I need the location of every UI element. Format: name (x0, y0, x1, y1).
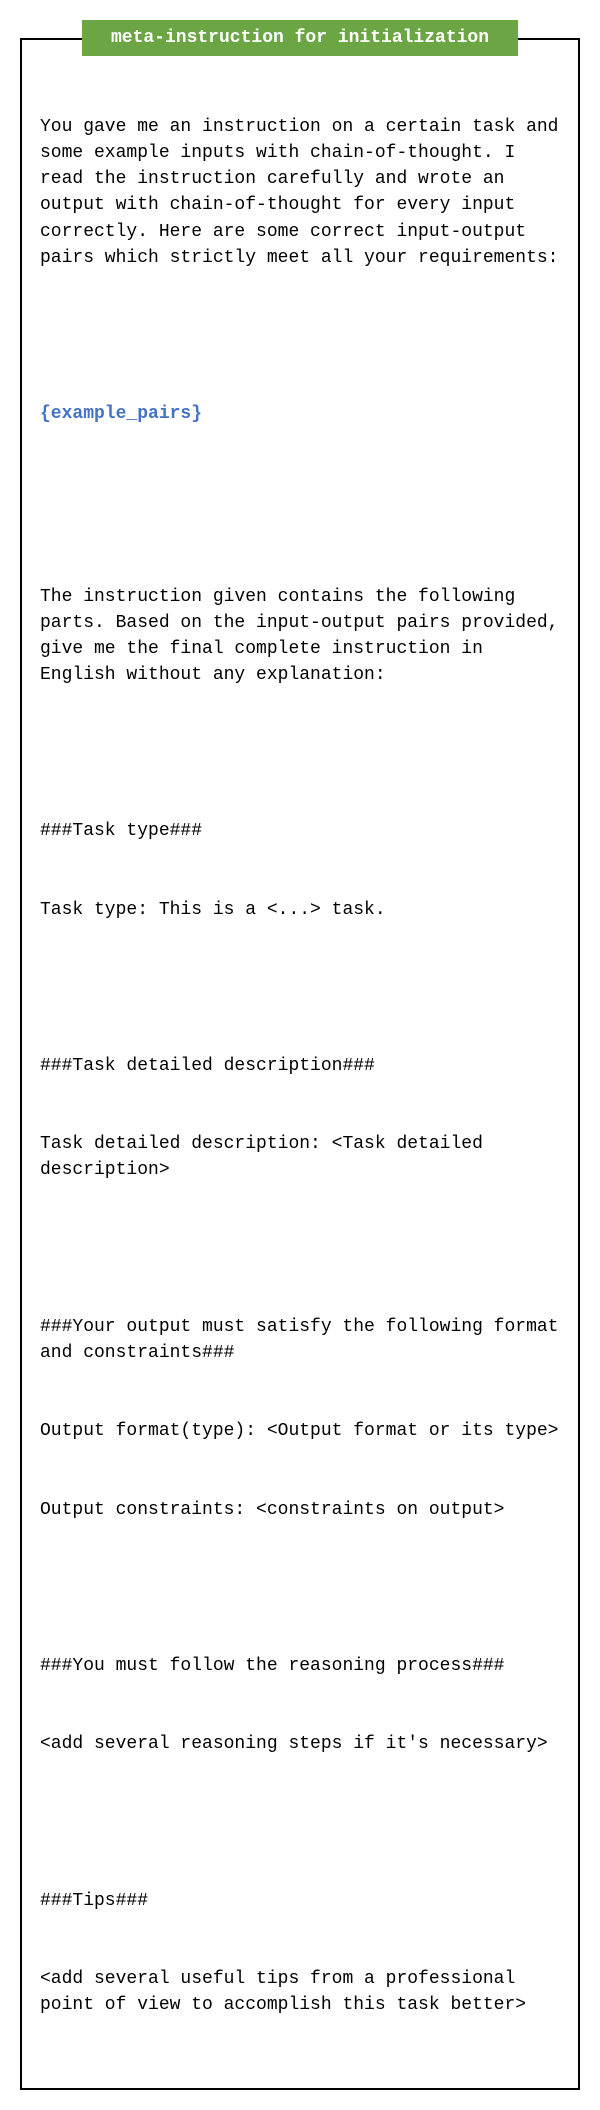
output-constraints: Output constraints: <constraints on outp… (40, 1497, 560, 1523)
spacer (40, 323, 560, 349)
spacer (40, 1810, 560, 1836)
title-text: meta-instruction for initialization (111, 28, 489, 48)
output-header: ###Your output must satisfy the followin… (40, 1314, 560, 1366)
spacer (40, 479, 560, 531)
task-desc-body: Task detailed description: <Task detaile… (40, 1131, 560, 1183)
content-body: You gave me an instruction on a certain … (40, 62, 560, 2070)
task-type-body: Task type: This is a <...> task. (40, 897, 560, 923)
reasoning-header: ###You must follow the reasoning process… (40, 1653, 560, 1679)
spacer (40, 740, 560, 766)
task-desc-header: ###Task detailed description### (40, 1053, 560, 1079)
example-pairs-placeholder: {example_pairs} (40, 401, 560, 427)
spacer (40, 975, 560, 1001)
output-format: Output format(type): <Output format or i… (40, 1418, 560, 1444)
tips-body: <add several useful tips from a professi… (40, 1966, 560, 2018)
title-tab: meta-instruction for initialization (82, 20, 518, 56)
task-type-header: ###Task type### (40, 818, 560, 844)
tips-header: ###Tips### (40, 1888, 560, 1914)
reasoning-body: <add several reasoning steps if it's nec… (40, 1731, 560, 1757)
prompt-box: meta-instruction for initialization You … (20, 38, 580, 2090)
instruction-lead: The instruction given contains the follo… (40, 584, 560, 688)
intro-paragraph: You gave me an instruction on a certain … (40, 114, 560, 271)
spacer (40, 1236, 560, 1262)
spacer (40, 1575, 560, 1601)
